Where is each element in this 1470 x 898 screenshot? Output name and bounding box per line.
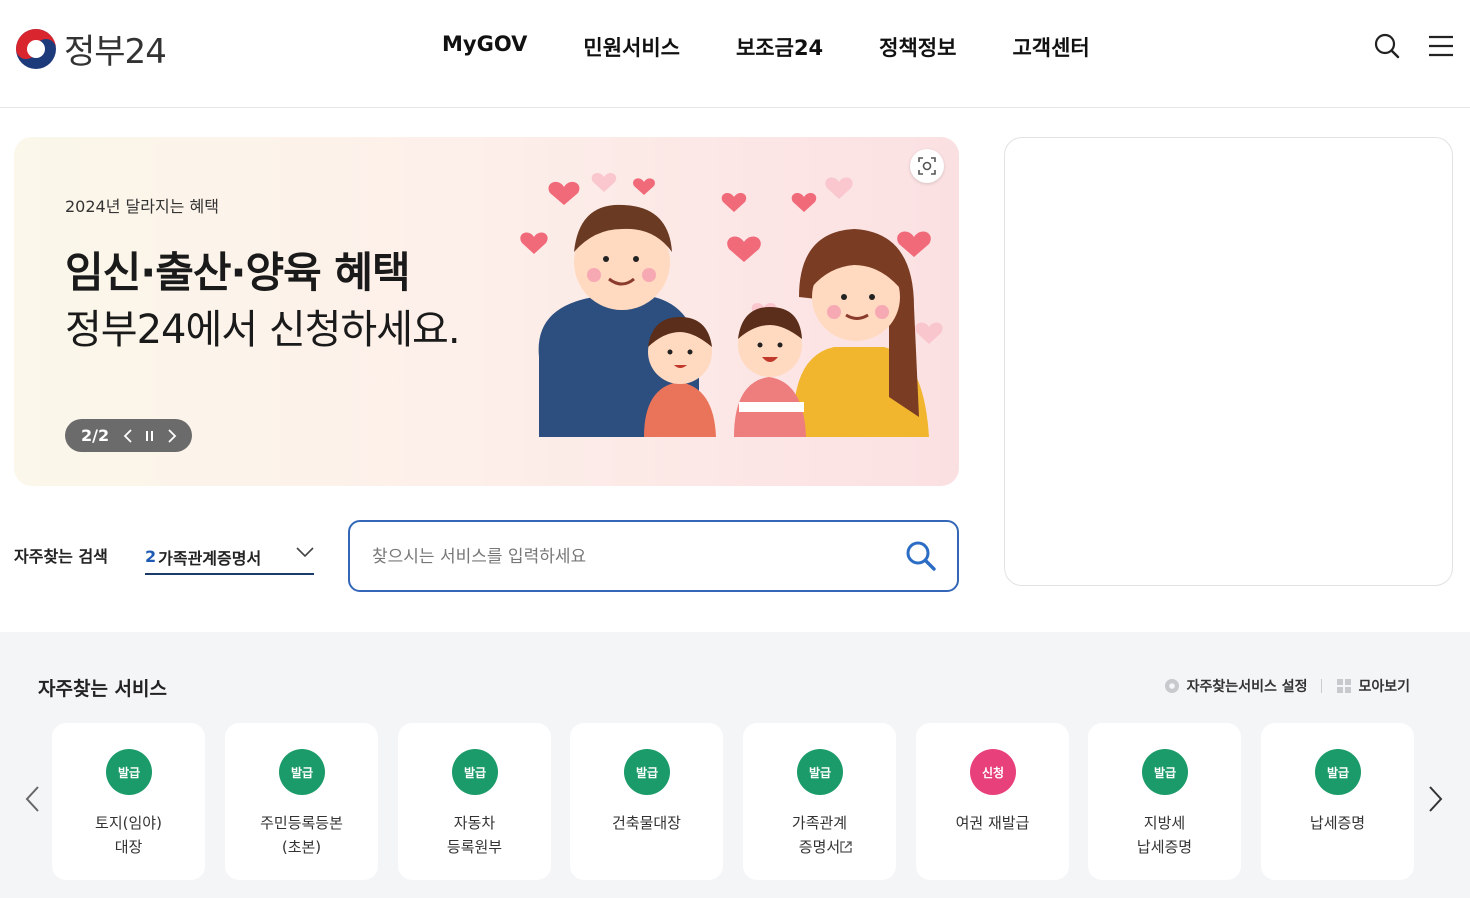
frequent-search-rank: 2 <box>145 547 157 566</box>
nav-item-customer-center[interactable]: 고객센터 <box>1012 32 1089 62</box>
frequent-search-label: 자주찾는 검색 <box>14 547 108 566</box>
favorites-settings-button[interactable]: 자주찾는서비스 설정 <box>1163 676 1308 696</box>
logo-text: 정부24 <box>64 32 167 72</box>
slide-counter: 2/2 <box>81 426 110 445</box>
collect-view-button[interactable]: 모아보기 <box>1336 676 1410 696</box>
section-tools: 자주찾는서비스 설정 모아보기 <box>1163 676 1410 696</box>
search-submit-icon[interactable] <box>905 540 937 572</box>
side-panel <box>1004 137 1453 586</box>
service-card-passport-reissue[interactable]: 신청 여권 재발급 <box>916 723 1069 880</box>
frequent-search-term: 가족관계증명서 <box>158 548 262 568</box>
service-card-label: 주민등록등본 (초본) <box>260 814 343 856</box>
services-next-button[interactable] <box>1424 782 1448 816</box>
section-title: 자주찾는 서비스 <box>38 678 167 700</box>
service-card-building-register[interactable]: 발급 건축물대장 <box>570 723 723 880</box>
banner-subheadline: 정부24에서 신청하세요. <box>65 307 461 353</box>
favorites-settings-label: 자주찾는서비스 설정 <box>1186 679 1308 695</box>
issue-badge: 발급 <box>452 749 498 795</box>
service-card-label: 건축물대장 <box>611 814 681 832</box>
nav-item-civil-services[interactable]: 민원서비스 <box>583 32 680 62</box>
service-card-label: 자동차 등록원부 <box>446 814 503 856</box>
chevron-down-icon <box>296 547 314 558</box>
service-card-label: 여권 재발급 <box>955 814 1030 832</box>
family-illustration <box>520 172 943 437</box>
service-card-vehicle-register[interactable]: 발급 자동차 등록원부 <box>398 723 551 880</box>
search-icon[interactable] <box>1373 32 1401 60</box>
issue-badge: 발급 <box>624 749 670 795</box>
service-search-input[interactable] <box>372 544 872 570</box>
external-link-icon <box>840 841 852 853</box>
chevron-right-icon <box>168 428 177 443</box>
nav-item-mygov[interactable]: MyGOV <box>442 32 527 62</box>
site-logo[interactable]: 정부24 <box>14 24 167 73</box>
main-nav: MyGOV 민원서비스 보조금24 정책정보 고객센터 <box>442 32 1146 62</box>
service-card-tax-certificate[interactable]: 발급 납세증명 <box>1261 723 1414 880</box>
service-card-resident-registration[interactable]: 발급 주민등록등본 (초본) <box>225 723 378 880</box>
services-prev-button[interactable] <box>20 782 44 816</box>
issue-badge: 발급 <box>106 749 152 795</box>
frequent-services-section: 자주찾는 서비스 자주찾는서비스 설정 모아보기 발급 토지(임야) 대장 발급… <box>0 632 1470 898</box>
tool-divider <box>1321 679 1323 693</box>
promo-banner[interactable]: 2024년 달라지는 혜택 임신·출산·양육 혜택 정부24에서 신청하세요. … <box>14 137 959 486</box>
service-search-box <box>348 520 959 592</box>
service-card-label: 토지(임야) 대장 <box>95 814 162 856</box>
service-card-land-register[interactable]: 발급 토지(임야) 대장 <box>52 723 205 880</box>
service-card-label: 지방세 납세증명 <box>1136 814 1193 856</box>
service-card-label: 가족관계 증명서 <box>791 814 848 856</box>
service-card-family-certificate[interactable]: 발급 가족관계 증명서 <box>743 723 896 880</box>
banner-slider-controls: 2/2 <box>65 419 192 452</box>
nav-item-subsidy24[interactable]: 보조금24 <box>736 32 823 62</box>
grid-icon <box>1337 679 1352 693</box>
site-header: 정부24 MyGOV 민원서비스 보조금24 정책정보 고객센터 <box>0 0 1470 108</box>
issue-badge: 발급 <box>1315 749 1361 795</box>
gear-icon <box>1164 679 1179 693</box>
chevron-right-icon <box>1429 786 1443 812</box>
chevron-left-icon <box>123 428 132 443</box>
nav-item-policy-info[interactable]: 정책정보 <box>879 32 956 62</box>
apply-badge: 신청 <box>970 749 1016 795</box>
taegeuk-emblem-icon <box>16 28 56 69</box>
collect-view-label: 모아보기 <box>1358 679 1410 695</box>
issue-badge: 발급 <box>797 749 843 795</box>
issue-badge: 발급 <box>1142 749 1188 795</box>
next-slide-button[interactable] <box>161 425 183 447</box>
pause-button[interactable] <box>139 425 161 447</box>
chevron-left-icon <box>25 786 39 812</box>
service-card-local-tax-certificate[interactable]: 발급 지방세 납세증명 <box>1088 723 1241 880</box>
service-card-label: 납세증명 <box>1309 814 1366 832</box>
prev-slide-button[interactable] <box>117 425 139 447</box>
banner-headline: 임신·출산·양육 혜택 <box>65 248 411 297</box>
banner-eyebrow: 2024년 달라지는 혜택 <box>65 197 219 216</box>
issue-badge: 발급 <box>279 749 325 795</box>
pause-icon <box>146 430 154 441</box>
frequent-search-dropdown[interactable]: 2 가족관계증명서 <box>145 540 314 575</box>
menu-icon[interactable] <box>1427 32 1455 60</box>
